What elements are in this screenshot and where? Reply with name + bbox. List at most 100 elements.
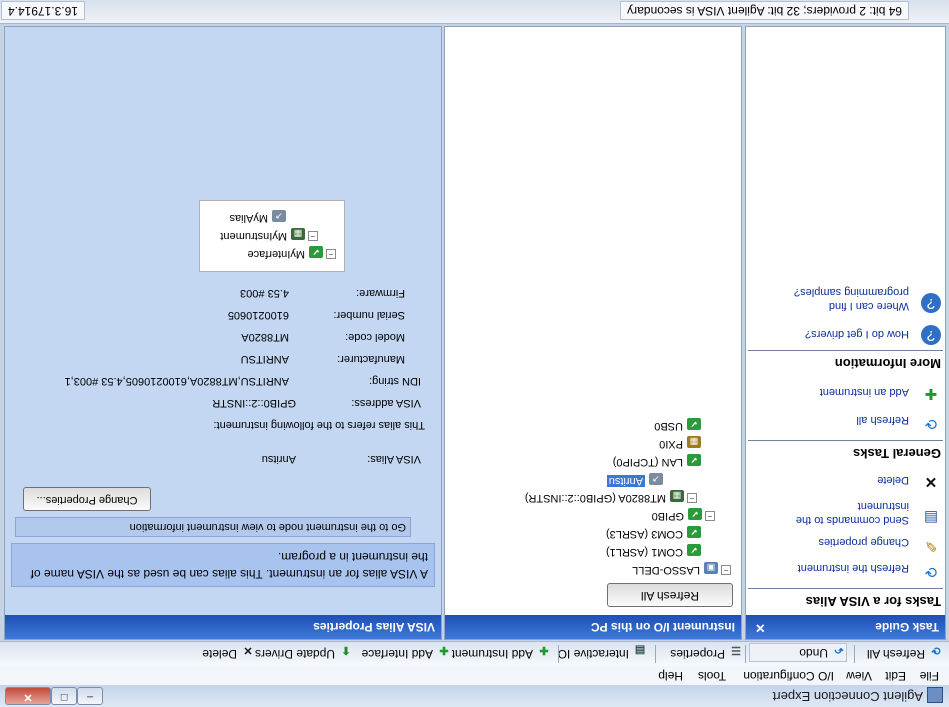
- delete-link[interactable]: Delete: [877, 473, 909, 487]
- firmware-value: 4.53 #003: [240, 287, 289, 299]
- instrument-io-panel: Instrument I/O on this PC Refresh All −▣…: [444, 26, 742, 640]
- menu-edit[interactable]: Edit: [885, 669, 906, 683]
- help-icon: ?: [921, 293, 941, 313]
- firmware-label: Firmware:: [356, 287, 405, 299]
- divider: [748, 588, 943, 589]
- tree-node-usb[interactable]: ✔ USB0: [654, 418, 701, 433]
- application-window: Agilent Connection Expert – □ ✕ File Edi…: [0, 0, 949, 707]
- refresh-all-link[interactable]: Refresh all: [856, 413, 909, 427]
- update-drivers-toolbar-button[interactable]: ⬆ Update Drivers: [254, 644, 353, 662]
- menu-help[interactable]: Help: [658, 669, 683, 683]
- refresh-all-label: Refresh All: [866, 647, 925, 661]
- window-title: Agilent Connection Expert: [772, 689, 923, 704]
- tree-node-com3[interactable]: ✔ COM3 (ASRL3): [606, 526, 701, 541]
- tree-node-pxi[interactable]: ▦ PXI0: [659, 436, 701, 451]
- get-drivers-link[interactable]: How do I get drivers?: [805, 327, 909, 341]
- toolbar-separator: [745, 645, 746, 663]
- task-guide-body: Tasks for a VISA Alias ⟳ Refresh the ins…: [746, 27, 945, 615]
- menu-io-configuration[interactable]: I/O Configuration: [743, 669, 834, 683]
- tree-label: MT8820A (GPIB0::2::INSTR): [524, 492, 666, 504]
- gpib-icon: ✔: [688, 508, 702, 520]
- change-properties-button[interactable]: Change Properties...: [23, 487, 151, 511]
- properties-toolbar-button[interactable]: ☰ Properties: [670, 644, 743, 662]
- diagram-instrument: −▦ MyInstrument: [220, 228, 318, 243]
- close-task-guide-icon[interactable]: ×: [756, 615, 765, 639]
- task-guide-panel: Task Guide × Tasks for a VISA Alias ⟳ Re…: [745, 26, 946, 640]
- minimize-button[interactable]: –: [77, 687, 103, 705]
- send-commands-link[interactable]: Send commands to the instrument: [789, 499, 909, 527]
- task-guide-title: Task Guide: [875, 620, 939, 634]
- instrument-icon: ▦: [670, 490, 684, 502]
- divider: [748, 440, 943, 441]
- programming-samples-link[interactable]: Where can I find programming samples?: [779, 285, 909, 313]
- refresh-all-toolbar-button[interactable]: ⟳ Refresh All: [866, 644, 943, 662]
- diagram-label: MyAlias: [229, 212, 268, 224]
- interface-icon: ✔: [309, 246, 323, 258]
- idn-string-value: ANRITSU,MT8820A,6100210605,4.53 #003,1: [64, 375, 289, 387]
- undo-label: Undo: [799, 646, 828, 660]
- toolbar-separator: [655, 645, 656, 663]
- alias-hierarchy-diagram: −✔MyInterface −▦MyInstrument ↗MyAlias: [199, 200, 345, 272]
- computer-icon: ▣: [704, 562, 718, 574]
- general-tasks-title: General Tasks: [853, 446, 941, 461]
- refresh-instrument-link[interactable]: Refresh the instrument: [798, 561, 909, 575]
- maximize-button[interactable]: □: [51, 687, 77, 705]
- delete-icon: ✕: [924, 473, 938, 490]
- properties-label: Properties: [670, 647, 725, 661]
- tree-node-root[interactable]: −▣ LASSO-DELL: [632, 562, 731, 577]
- update-drivers-icon: ⬆: [341, 644, 351, 656]
- properties-header: VISA Alias Properties: [5, 615, 441, 639]
- close-window-button[interactable]: ✕: [5, 687, 51, 705]
- tree-node-gpib0[interactable]: −✔ GPIB0: [652, 508, 715, 523]
- menu-file[interactable]: File: [920, 669, 939, 683]
- tree-label: PXI0: [659, 438, 683, 450]
- properties-body: A VISA alias for an instrument. This ali…: [5, 27, 441, 615]
- tree-label: LASSO-DELL: [632, 564, 700, 576]
- tree-node-instrument[interactable]: −▦ MT8820A (GPIB0::2::INSTR): [525, 490, 697, 505]
- menu-tools[interactable]: Tools: [698, 669, 726, 683]
- task-guide-header: Task Guide ×: [746, 615, 945, 639]
- status-visa-info: 64 bit: 2 providers; 32 bit: Agilent VIS…: [620, 1, 909, 20]
- add-instrument-toolbar-button[interactable]: ✚ Add Instrument: [452, 644, 551, 662]
- usb-icon: ✔: [687, 418, 701, 430]
- diagram-label: MyInterface: [247, 248, 305, 260]
- interactive-io-icon: ▤: [634, 644, 646, 656]
- visa-alias-properties-panel: VISA Alias Properties A VISA alias for a…: [4, 26, 442, 640]
- tree-node-alias[interactable]: ↗ Anritsu: [606, 473, 663, 488]
- io-panel-header: Instrument I/O on this PC: [445, 615, 741, 639]
- model-code-value: MT8820A: [241, 331, 289, 343]
- delete-label: Delete: [202, 647, 237, 661]
- alias-icon: ↗: [649, 473, 663, 485]
- io-panel-body: Refresh All −▣LASSO-DELL ✔COM1 (ASRL1) ✔…: [445, 27, 741, 615]
- collapse-toggle: −: [326, 249, 336, 259]
- undo-toolbar-button[interactable]: ↶ Undo: [749, 643, 847, 662]
- tree-node-com1[interactable]: ✔ COM1 (ASRL1): [606, 544, 701, 559]
- properties-icon: ☰: [731, 644, 741, 656]
- app-icon: [927, 687, 943, 703]
- add-interface-icon: ✚: [439, 644, 449, 656]
- add-interface-toolbar-button[interactable]: ✚ Add Interface: [362, 644, 451, 662]
- toolbar-separator: [854, 645, 855, 663]
- serial-number-label: Serial number:: [333, 309, 405, 321]
- add-instrument-link[interactable]: Add an instrument: [820, 385, 909, 399]
- refresh-all-button[interactable]: Refresh All: [607, 583, 733, 607]
- visa-address-value: GPIB0::2::INSTR: [212, 397, 296, 409]
- status-version: 16.3.17914.4: [0, 1, 85, 20]
- serial-port-icon: ✔: [687, 526, 701, 538]
- collapse-toggle[interactable]: −: [721, 565, 731, 575]
- manufacturer-value: ANRITSU: [240, 353, 289, 365]
- tree-node-lan[interactable]: ✔ LAN (TCPIP0): [613, 454, 701, 469]
- menu-view[interactable]: View: [846, 669, 872, 683]
- update-drivers-label: Update Drivers: [254, 647, 335, 661]
- help-icon: ?: [921, 325, 941, 345]
- tree-label: LAN (TCPIP0): [612, 456, 683, 468]
- edit-properties-icon: ✎: [924, 537, 938, 554]
- goto-instrument-note: Go to the instrument node to view instru…: [15, 517, 411, 537]
- model-code-label: Model code:: [345, 331, 405, 343]
- collapse-toggle[interactable]: −: [705, 511, 715, 521]
- interactive-io-toolbar-button[interactable]: ▤ Interactive IO: [558, 644, 647, 662]
- delete-toolbar-button[interactable]: ✕ Delete: [202, 644, 255, 662]
- manufacturer-label: Manufacturer:: [337, 353, 405, 365]
- collapse-toggle[interactable]: −: [687, 493, 697, 503]
- change-properties-link[interactable]: Change properties: [818, 535, 909, 549]
